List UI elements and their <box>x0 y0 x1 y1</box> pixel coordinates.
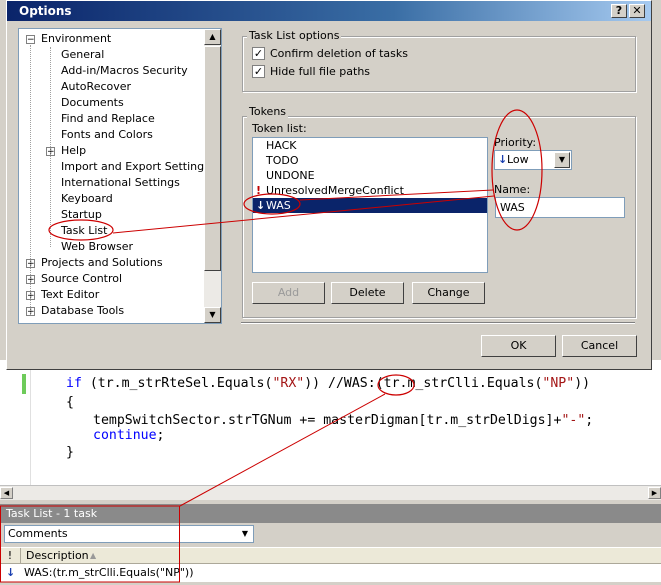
code-text: )) <box>574 376 591 391</box>
task-filter-value: Comments <box>8 527 68 540</box>
token-item[interactable]: UnresolvedMergeConflict <box>266 183 404 198</box>
tree-item-text-editor[interactable]: Text Editor <box>41 287 99 303</box>
code-line-1[interactable]: if (tr.m_strRteSel.Equals("RX")) //WAS:(… <box>66 376 590 391</box>
low-priority-icon: ↓ <box>498 153 508 166</box>
scroll-down-icon[interactable]: ▼ <box>204 307 221 323</box>
changed-line-marker <box>22 374 26 394</box>
column-priority[interactable]: ! <box>0 548 21 563</box>
tree-item-general[interactable]: General <box>61 47 104 63</box>
tree-item-startup[interactable]: Startup <box>61 207 102 223</box>
dialog-titlebar[interactable]: Options ? ✕ <box>7 1 651 21</box>
code-text: tempSwitchSector.strTGNum += masterDigma… <box>93 413 562 428</box>
footer-divider <box>241 322 635 324</box>
task-list-options-group <box>242 36 636 92</box>
collapse-icon[interactable]: − <box>26 35 35 45</box>
code-string: "RX" <box>272 376 305 391</box>
tree-item-autorecover[interactable]: AutoRecover <box>61 79 131 95</box>
name-label: Name: <box>494 183 531 196</box>
code-keyword: continue <box>93 428 157 443</box>
ok-button[interactable]: OK <box>481 335 556 357</box>
dialog-title: Options <box>19 4 72 18</box>
task-list-options-label: Task List options <box>247 29 342 42</box>
tree-item-documents[interactable]: Documents <box>61 95 124 111</box>
priority-label: Priority: <box>494 136 537 149</box>
hide-paths-label[interactable]: Hide full file paths <box>270 65 370 78</box>
low-priority-icon: ↓ <box>256 199 266 212</box>
tree-item-web-browser[interactable]: Web Browser <box>61 239 133 255</box>
editor-gutter <box>0 360 31 496</box>
token-item[interactable]: HACK <box>266 138 297 153</box>
code-text: )) // <box>304 376 344 391</box>
task-list-header: Task List - 1 task <box>0 504 661 523</box>
options-tree[interactable]: − Environment General Add-in/Macros Secu… <box>18 28 222 324</box>
add-button[interactable]: Add <box>252 282 325 304</box>
change-button[interactable]: Change <box>412 282 485 304</box>
tree-item-import-export[interactable]: Import and Export Settings <box>61 159 210 175</box>
chevron-down-icon[interactable]: ▼ <box>238 527 252 541</box>
scroll-up-icon[interactable]: ▲ <box>204 29 221 45</box>
code-text: (tr.m_strRteSel.Equals( <box>81 376 273 391</box>
token-name-input[interactable]: WAS <box>495 197 625 218</box>
code-comment-token: WAS <box>343 376 368 391</box>
task-filter-dropdown[interactable]: Comments ▼ <box>4 525 254 543</box>
sort-ascending-icon: ▲ <box>90 551 97 560</box>
tree-item-source-control[interactable]: Source Control <box>41 271 122 287</box>
token-list[interactable]: HACK TODO UNDONE ! UnresolvedMergeConfli… <box>252 137 488 273</box>
token-item[interactable]: TODO <box>266 153 299 168</box>
token-item-was[interactable]: WAS <box>266 198 291 213</box>
help-button[interactable]: ? <box>611 4 627 18</box>
code-line-3[interactable]: tempSwitchSector.strTGNum += masterDigma… <box>93 413 593 428</box>
code-line-2[interactable]: { <box>66 395 74 410</box>
close-button[interactable]: ✕ <box>629 4 645 18</box>
chevron-down-icon[interactable]: ▼ <box>554 152 570 168</box>
priority-select[interactable]: ↓ Low ▼ <box>494 150 572 170</box>
code-string: "-" <box>561 413 586 428</box>
tree-item-help[interactable]: Help <box>61 143 86 159</box>
tree-item-keyboard[interactable]: Keyboard <box>61 191 113 207</box>
tree-item-find-replace[interactable]: Find and Replace <box>61 111 155 127</box>
editor-horizontal-scrollbar[interactable]: ◀ ▶ <box>0 485 661 500</box>
tree-item-environment[interactable]: Environment <box>41 31 111 47</box>
tree-item-task-list[interactable]: Task List <box>61 223 107 239</box>
confirm-delete-label[interactable]: Confirm deletion of tasks <box>270 47 408 60</box>
tokens-group-label: Tokens <box>247 105 289 118</box>
code-line-4[interactable]: continue; <box>93 428 164 443</box>
tree-item-addin-security[interactable]: Add-in/Macros Security <box>61 63 188 79</box>
tree-guide-line <box>50 47 51 247</box>
code-line-5[interactable]: } <box>66 445 74 460</box>
scroll-left-icon[interactable]: ◀ <box>0 487 13 499</box>
tree-item-projects-solutions[interactable]: Projects and Solutions <box>41 255 163 271</box>
task-description: WAS:(tr.m_strClli.Equals("NP")) <box>24 566 194 579</box>
code-keyword: if <box>66 376 82 391</box>
column-description[interactable]: Description <box>26 548 89 563</box>
confirm-delete-checkbox[interactable]: ✓ <box>252 47 265 60</box>
token-list-label: Token list: <box>252 122 307 135</box>
scroll-right-icon[interactable]: ▶ <box>648 487 661 499</box>
task-column-header: ! Description ▲ <box>0 547 661 564</box>
tree-item-fonts-colors[interactable]: Fonts and Colors <box>61 127 153 143</box>
high-priority-icon: ! <box>256 184 262 197</box>
tree-item-database-tools[interactable]: Database Tools <box>41 303 124 319</box>
task-row[interactable]: ↓ WAS:(tr.m_strClli.Equals("NP")) <box>0 564 661 582</box>
cancel-button[interactable]: Cancel <box>562 335 637 357</box>
delete-button[interactable]: Delete <box>331 282 404 304</box>
scroll-thumb[interactable] <box>204 46 221 271</box>
code-text: ; <box>156 428 165 443</box>
code-text: ; <box>585 413 594 428</box>
code-string: "NP" <box>542 376 575 391</box>
tree-guide-line <box>30 45 31 315</box>
low-priority-icon: ↓ <box>6 566 16 579</box>
tree-scrollbar[interactable]: ▲ ▼ <box>204 29 221 323</box>
priority-value: Low <box>507 153 529 166</box>
code-text: :(tr.m_strClli.Equals( <box>367 376 543 391</box>
token-item[interactable]: UNDONE <box>266 168 315 183</box>
hide-paths-checkbox[interactable]: ✓ <box>252 65 265 78</box>
tree-item-international[interactable]: International Settings <box>61 175 180 191</box>
